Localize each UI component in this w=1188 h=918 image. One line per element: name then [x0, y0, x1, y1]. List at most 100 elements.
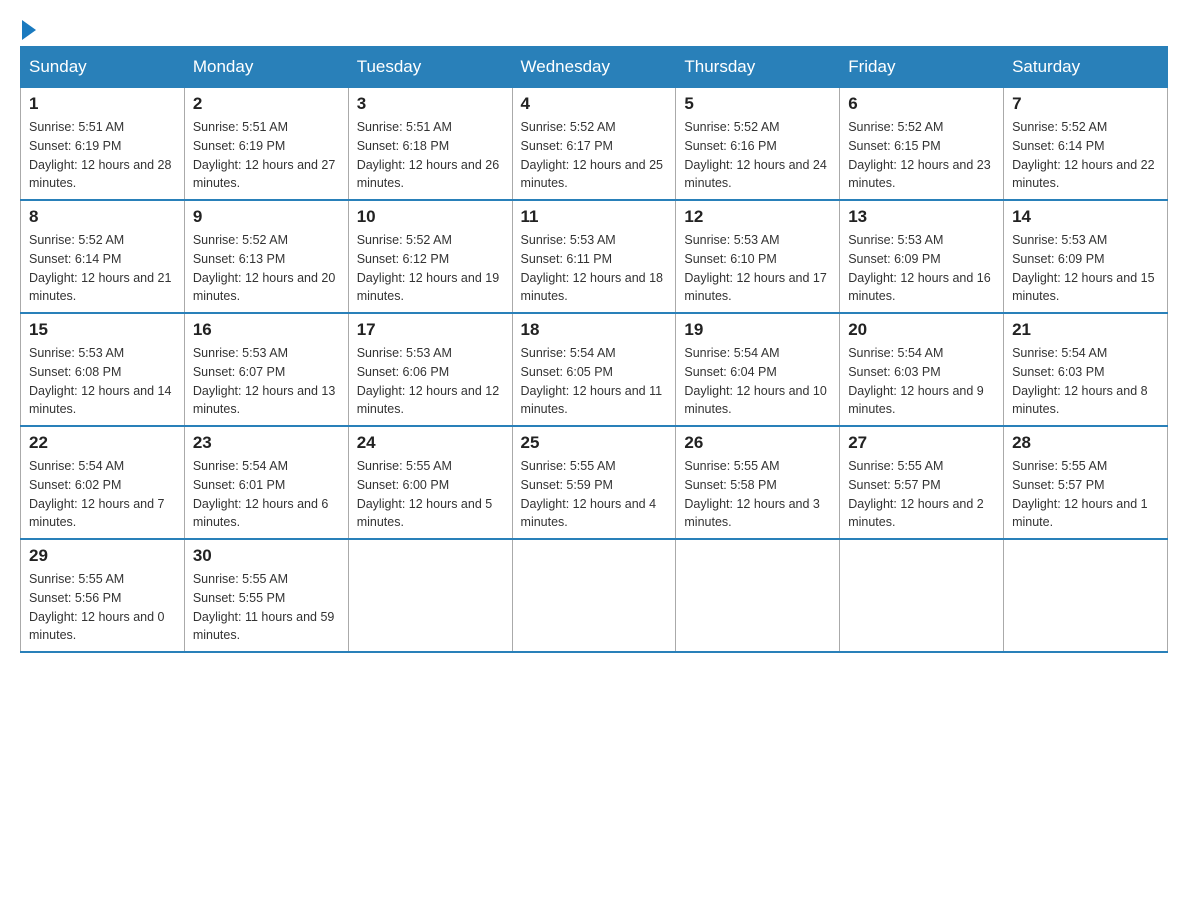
day-number: 27 — [848, 433, 995, 453]
day-cell-21: 21 Sunrise: 5:54 AMSunset: 6:03 PMDayligh… — [1004, 313, 1168, 426]
week-row-2: 8 Sunrise: 5:52 AMSunset: 6:14 PMDaylight… — [21, 200, 1168, 313]
day-info: Sunrise: 5:52 AMSunset: 6:15 PMDaylight:… — [848, 118, 995, 193]
day-cell-16: 16 Sunrise: 5:53 AMSunset: 6:07 PMDayligh… — [184, 313, 348, 426]
day-number: 6 — [848, 94, 995, 114]
day-number: 5 — [684, 94, 831, 114]
day-cell-2: 2Sunrise: 5:51 AMSunset: 6:19 PMDaylight… — [184, 88, 348, 201]
week-row-3: 15 Sunrise: 5:53 AMSunset: 6:08 PMDayligh… — [21, 313, 1168, 426]
day-cell-22: 22 Sunrise: 5:54 AMSunset: 6:02 PMDayligh… — [21, 426, 185, 539]
day-cell-24: 24 Sunrise: 5:55 AMSunset: 6:00 PMDayligh… — [348, 426, 512, 539]
logo-triangle-icon — [22, 20, 36, 40]
day-cell-26: 26 Sunrise: 5:55 AMSunset: 5:58 PMDayligh… — [676, 426, 840, 539]
column-header-thursday: Thursday — [676, 47, 840, 88]
day-info: Sunrise: 5:55 AMSunset: 5:59 PMDaylight:… — [521, 457, 668, 532]
day-info: Sunrise: 5:53 AMSunset: 6:11 PMDaylight:… — [521, 231, 668, 306]
day-info: Sunrise: 5:55 AMSunset: 6:00 PMDaylight:… — [357, 457, 504, 532]
day-number: 22 — [29, 433, 176, 453]
empty-cell — [840, 539, 1004, 652]
day-cell-18: 18 Sunrise: 5:54 AMSunset: 6:05 PMDayligh… — [512, 313, 676, 426]
day-info: Sunrise: 5:54 AMSunset: 6:03 PMDaylight:… — [848, 344, 995, 419]
day-cell-20: 20Sunrise: 5:54 AMSunset: 6:03 PMDayligh… — [840, 313, 1004, 426]
day-number: 30 — [193, 546, 340, 566]
day-number: 16 — [193, 320, 340, 340]
day-cell-14: 14 Sunrise: 5:53 AMSunset: 6:09 PMDayligh… — [1004, 200, 1168, 313]
column-header-tuesday: Tuesday — [348, 47, 512, 88]
day-cell-13: 13 Sunrise: 5:53 AMSunset: 6:09 PMDayligh… — [840, 200, 1004, 313]
day-cell-17: 17Sunrise: 5:53 AMSunset: 6:06 PMDayligh… — [348, 313, 512, 426]
day-cell-23: 23 Sunrise: 5:54 AMSunset: 6:01 PMDayligh… — [184, 426, 348, 539]
day-number: 8 — [29, 207, 176, 227]
day-cell-30: 30 Sunrise: 5:55 AMSunset: 5:55 PMDayligh… — [184, 539, 348, 652]
day-cell-15: 15 Sunrise: 5:53 AMSunset: 6:08 PMDayligh… — [21, 313, 185, 426]
day-info: Sunrise: 5:54 AMSunset: 6:01 PMDaylight:… — [193, 457, 340, 532]
column-header-wednesday: Wednesday — [512, 47, 676, 88]
day-number: 7 — [1012, 94, 1159, 114]
day-number: 25 — [521, 433, 668, 453]
day-cell-5: 5 Sunrise: 5:52 AMSunset: 6:16 PMDaylight… — [676, 88, 840, 201]
day-number: 1 — [29, 94, 176, 114]
day-number: 15 — [29, 320, 176, 340]
empty-cell — [512, 539, 676, 652]
day-info: Sunrise: 5:55 AMSunset: 5:58 PMDaylight:… — [684, 457, 831, 532]
empty-cell — [1004, 539, 1168, 652]
day-info: Sunrise: 5:52 AMSunset: 6:17 PMDaylight:… — [521, 118, 668, 193]
day-info: Sunrise: 5:51 AMSunset: 6:18 PMDaylight:… — [357, 118, 504, 193]
day-info: Sunrise: 5:54 AMSunset: 6:02 PMDaylight:… — [29, 457, 176, 532]
day-info: Sunrise: 5:55 AMSunset: 5:56 PMDaylight:… — [29, 570, 176, 645]
day-cell-19: 19Sunrise: 5:54 AMSunset: 6:04 PMDayligh… — [676, 313, 840, 426]
day-cell-4: 4 Sunrise: 5:52 AMSunset: 6:17 PMDaylight… — [512, 88, 676, 201]
day-info: Sunrise: 5:53 AMSunset: 6:06 PMDaylight:… — [357, 344, 504, 419]
day-number: 28 — [1012, 433, 1159, 453]
day-number: 11 — [521, 207, 668, 227]
empty-cell — [676, 539, 840, 652]
day-number: 3 — [357, 94, 504, 114]
day-number: 12 — [684, 207, 831, 227]
day-info: Sunrise: 5:52 AMSunset: 6:13 PMDaylight:… — [193, 231, 340, 306]
week-row-4: 22 Sunrise: 5:54 AMSunset: 6:02 PMDayligh… — [21, 426, 1168, 539]
day-cell-3: 3 Sunrise: 5:51 AMSunset: 6:18 PMDaylight… — [348, 88, 512, 201]
day-number: 29 — [29, 546, 176, 566]
day-info: Sunrise: 5:51 AMSunset: 6:19 PMDaylight:… — [29, 118, 176, 193]
day-number: 10 — [357, 207, 504, 227]
day-info: Sunrise: 5:53 AMSunset: 6:09 PMDaylight:… — [848, 231, 995, 306]
day-number: 26 — [684, 433, 831, 453]
day-cell-1: 1 Sunrise: 5:51 AMSunset: 6:19 PMDaylight… — [21, 88, 185, 201]
day-info: Sunrise: 5:54 AMSunset: 6:04 PMDaylight:… — [684, 344, 831, 419]
day-number: 4 — [521, 94, 668, 114]
column-header-friday: Friday — [840, 47, 1004, 88]
day-info: Sunrise: 5:55 AMSunset: 5:57 PMDaylight:… — [848, 457, 995, 532]
day-number: 13 — [848, 207, 995, 227]
page-header — [20, 20, 1168, 36]
day-info: Sunrise: 5:54 AMSunset: 6:05 PMDaylight:… — [521, 344, 668, 419]
day-cell-8: 8 Sunrise: 5:52 AMSunset: 6:14 PMDaylight… — [21, 200, 185, 313]
day-cell-27: 27 Sunrise: 5:55 AMSunset: 5:57 PMDayligh… — [840, 426, 1004, 539]
day-cell-10: 10 Sunrise: 5:52 AMSunset: 6:12 PMDayligh… — [348, 200, 512, 313]
week-row-5: 29 Sunrise: 5:55 AMSunset: 5:56 PMDayligh… — [21, 539, 1168, 652]
day-cell-7: 7 Sunrise: 5:52 AMSunset: 6:14 PMDaylight… — [1004, 88, 1168, 201]
day-info: Sunrise: 5:52 AMSunset: 6:12 PMDaylight:… — [357, 231, 504, 306]
day-info: Sunrise: 5:51 AMSunset: 6:19 PMDaylight:… — [193, 118, 340, 193]
calendar-header-row: SundayMondayTuesdayWednesdayThursdayFrid… — [21, 47, 1168, 88]
logo — [20, 20, 36, 36]
day-cell-25: 25 Sunrise: 5:55 AMSunset: 5:59 PMDayligh… — [512, 426, 676, 539]
day-info: Sunrise: 5:53 AMSunset: 6:07 PMDaylight:… — [193, 344, 340, 419]
day-number: 21 — [1012, 320, 1159, 340]
day-info: Sunrise: 5:53 AMSunset: 6:10 PMDaylight:… — [684, 231, 831, 306]
day-info: Sunrise: 5:52 AMSunset: 6:14 PMDaylight:… — [1012, 118, 1159, 193]
day-number: 18 — [521, 320, 668, 340]
day-info: Sunrise: 5:52 AMSunset: 6:14 PMDaylight:… — [29, 231, 176, 306]
day-info: Sunrise: 5:52 AMSunset: 6:16 PMDaylight:… — [684, 118, 831, 193]
week-row-1: 1 Sunrise: 5:51 AMSunset: 6:19 PMDaylight… — [21, 88, 1168, 201]
day-cell-28: 28Sunrise: 5:55 AMSunset: 5:57 PMDayligh… — [1004, 426, 1168, 539]
calendar-table: SundayMondayTuesdayWednesdayThursdayFrid… — [20, 46, 1168, 653]
day-number: 24 — [357, 433, 504, 453]
day-info: Sunrise: 5:55 AMSunset: 5:55 PMDaylight:… — [193, 570, 340, 645]
day-info: Sunrise: 5:54 AMSunset: 6:03 PMDaylight:… — [1012, 344, 1159, 419]
day-number: 23 — [193, 433, 340, 453]
day-cell-29: 29 Sunrise: 5:55 AMSunset: 5:56 PMDayligh… — [21, 539, 185, 652]
day-number: 9 — [193, 207, 340, 227]
day-number: 14 — [1012, 207, 1159, 227]
day-cell-9: 9 Sunrise: 5:52 AMSunset: 6:13 PMDaylight… — [184, 200, 348, 313]
day-info: Sunrise: 5:53 AMSunset: 6:08 PMDaylight:… — [29, 344, 176, 419]
day-info: Sunrise: 5:53 AMSunset: 6:09 PMDaylight:… — [1012, 231, 1159, 306]
